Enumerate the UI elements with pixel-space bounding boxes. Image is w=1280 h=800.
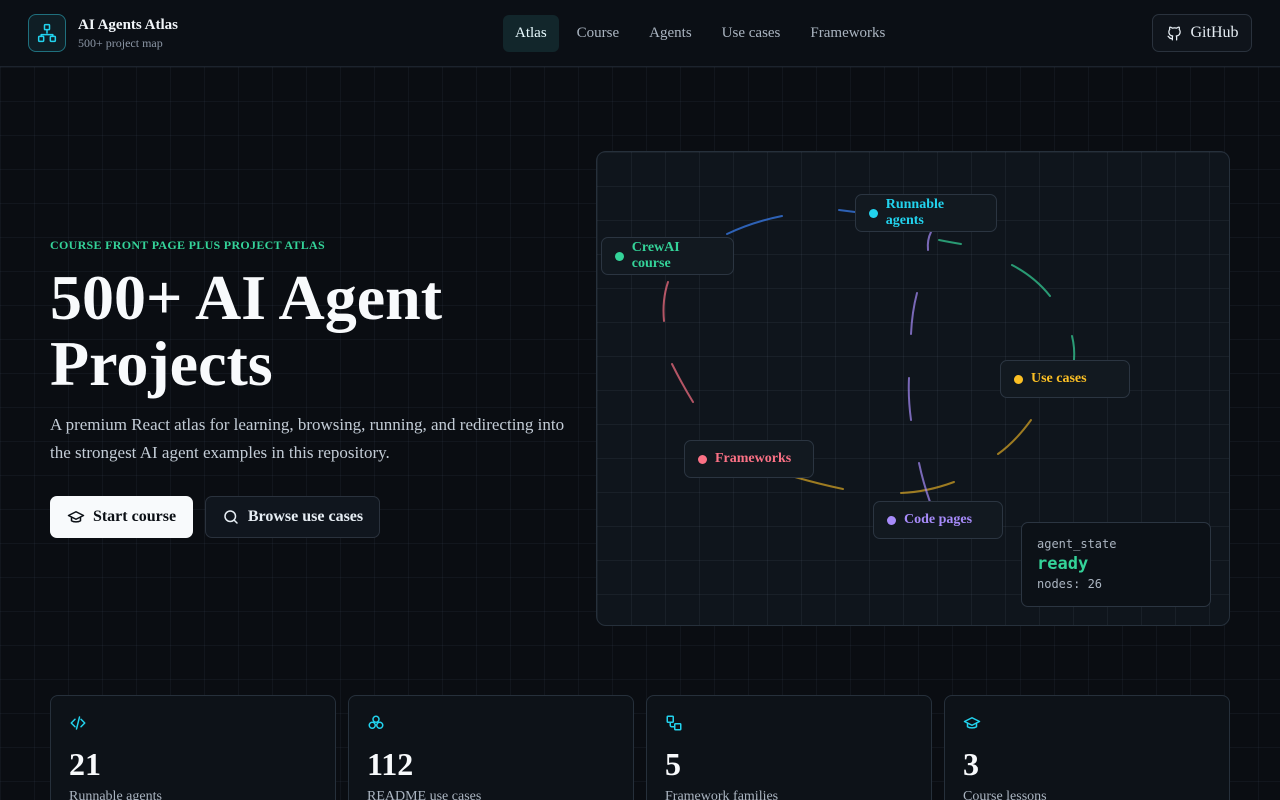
- agent-state-card: agent_state ready nodes: 26: [1021, 522, 1211, 607]
- node-code-pages[interactable]: Code pages: [873, 501, 1003, 539]
- node-dot: [887, 515, 896, 525]
- nav-atlas[interactable]: Atlas: [503, 15, 559, 52]
- stat-label: Framework families: [665, 789, 779, 800]
- node-label: Use cases: [1031, 371, 1087, 386]
- stat-value: 5: [665, 746, 681, 782]
- node-dot: [698, 454, 707, 464]
- nav-frameworks[interactable]: Frameworks: [798, 15, 897, 52]
- node-label: Code pages: [904, 512, 973, 527]
- stat-value: 21: [69, 746, 101, 782]
- code-icon: [70, 716, 86, 730]
- stat-card-runnable-agents[interactable]: 21 Runnable agents: [50, 695, 336, 800]
- stat-card-framework-families[interactable]: 5 Framework families: [646, 695, 932, 800]
- node-dot: [869, 208, 878, 218]
- browse-use-cases-button[interactable]: Browse use cases: [205, 496, 380, 538]
- node-dot: [1014, 374, 1023, 384]
- start-course-button[interactable]: Start course: [50, 496, 193, 538]
- node-use-cases[interactable]: Use cases: [1000, 360, 1130, 398]
- start-course-label: Start course: [92, 508, 177, 525]
- graduation-cap-icon: [963, 717, 981, 729]
- atlas-graph: Runnable agents CrewAI course Use cases …: [596, 151, 1230, 626]
- node-label: Runnable agents: [885, 197, 945, 228]
- workflow-icon: [666, 715, 682, 731]
- state-value: ready: [1037, 554, 1089, 574]
- stat-label: Course lessons: [963, 789, 1047, 800]
- node-label: CrewAI course: [631, 240, 680, 271]
- node-crewai-course[interactable]: CrewAI course: [601, 237, 734, 275]
- state-nodes: nodes: 26: [1037, 577, 1103, 591]
- network-icon: [28, 14, 66, 52]
- github-button[interactable]: GitHub: [1152, 14, 1252, 52]
- nav-use-cases[interactable]: Use cases: [710, 15, 793, 52]
- node-frameworks[interactable]: Frameworks: [684, 440, 814, 478]
- hero-title: 500+ AI Agent Projects: [50, 262, 443, 399]
- stat-label: README use cases: [367, 789, 482, 800]
- stat-card-course-lessons[interactable]: 3 Course lessons: [944, 695, 1230, 800]
- boxes-icon: [368, 715, 384, 729]
- main-nav: Atlas Course Agents Use cases Frameworks: [503, 15, 903, 52]
- stat-label: Runnable agents: [69, 789, 162, 800]
- browse-use-cases-label: Browse use cases: [247, 508, 364, 525]
- top-header: AI Agents Atlas 500+ project map Atlas C…: [0, 0, 1280, 67]
- github-icon: [1166, 26, 1181, 41]
- stat-card-readme-use-cases[interactable]: 112 README use cases: [348, 695, 634, 800]
- node-dot: [615, 251, 624, 261]
- stat-value: 112: [367, 746, 414, 782]
- state-key: agent_state: [1037, 537, 1117, 551]
- hero-eyebrow: COURSE FRONT PAGE PLUS PROJECT ATLAS: [50, 238, 325, 252]
- brand-title: AI Agents Atlas: [78, 17, 179, 33]
- brand-subtitle: 500+ project map: [78, 36, 163, 50]
- search-icon: [224, 510, 238, 524]
- nav-course[interactable]: Course: [565, 15, 632, 52]
- brand[interactable]: AI Agents Atlas 500+ project map: [28, 14, 178, 52]
- nav-agents[interactable]: Agents: [637, 15, 704, 52]
- hero-description: A premium React atlas for learning, brow…: [50, 415, 565, 462]
- node-runnable-agents[interactable]: Runnable agents: [855, 194, 997, 232]
- stat-value: 3: [963, 746, 979, 782]
- graduation-cap-icon: [67, 511, 85, 523]
- github-label: GitHub: [1190, 24, 1239, 41]
- node-label: Frameworks: [715, 451, 792, 466]
